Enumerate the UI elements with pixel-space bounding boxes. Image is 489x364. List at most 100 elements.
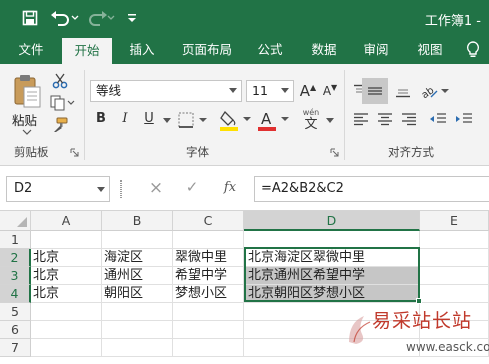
cell-b6[interactable] (102, 321, 173, 339)
tab-review[interactable]: 审阅 (354, 36, 398, 64)
row-header-3[interactable]: 3 (0, 267, 31, 285)
tab-file[interactable]: 文件 (8, 36, 54, 64)
column-header-e[interactable]: E (420, 211, 489, 231)
column-header-a[interactable]: A (31, 211, 102, 231)
tell-me-lightbulb-icon[interactable] (462, 36, 484, 64)
cancel-button[interactable]: × (146, 178, 166, 200)
insert-function-button[interactable]: fx (218, 180, 242, 200)
cell-c1[interactable] (173, 231, 244, 249)
cell-a5[interactable] (31, 303, 102, 321)
underline-dropdown-icon[interactable] (160, 114, 174, 126)
fill-handle[interactable] (416, 298, 422, 304)
cell-c4[interactable]: 梦想小区 (173, 285, 244, 303)
column-header-d[interactable]: D (244, 211, 420, 231)
cell-a1[interactable] (31, 231, 102, 249)
increase-indent-icon[interactable] (452, 108, 476, 130)
bottom-align-icon[interactable] (392, 80, 414, 102)
phonetic-guide-button[interactable]: wén 文 (298, 106, 324, 134)
enter-button[interactable]: ✓ (182, 178, 202, 200)
save-icon[interactable] (20, 8, 40, 28)
font-name-value: 等线 (96, 83, 122, 98)
phonetic-dropdown-icon[interactable] (324, 114, 336, 126)
font-size-dropdown[interactable]: 11 (246, 80, 294, 102)
select-all-corner[interactable] (0, 211, 31, 231)
splitter-handle[interactable] (120, 180, 122, 198)
align-right-icon[interactable] (398, 108, 420, 130)
customize-toolbar-icon[interactable] (124, 8, 140, 28)
cell-d1[interactable] (244, 231, 420, 249)
cell-a3[interactable]: 北京 (31, 267, 102, 285)
cell-e1[interactable] (420, 231, 489, 249)
row-header-4[interactable]: 4 (0, 285, 31, 303)
tab-insert[interactable]: 插入 (120, 36, 164, 64)
row-header-6[interactable]: 6 (0, 321, 31, 339)
cell-b3[interactable]: 通州区 (102, 267, 173, 285)
fill-color-icon[interactable] (218, 108, 254, 132)
tab-formulas[interactable]: 公式 (248, 36, 292, 64)
cell-c7[interactable] (173, 339, 244, 357)
ribbon: 粘贴 剪贴板 等线 11 A ▲ A ▼ B I U A wén 文 字体 ab… (0, 64, 489, 166)
cell-c6[interactable] (173, 321, 244, 339)
alignment-group-label: 对齐方式 (388, 145, 434, 159)
tab-page-layout[interactable]: 页面布局 (172, 36, 242, 64)
grow-font-label: A (299, 82, 311, 100)
shrink-font-button[interactable]: A ▼ (320, 80, 340, 102)
cell-b4[interactable]: 朝阳区 (102, 285, 173, 303)
orientation-icon[interactable]: ab (418, 80, 452, 102)
middle-align-icon[interactable] (362, 78, 388, 104)
align-left-icon[interactable] (350, 108, 372, 130)
watermark-logo-icon (349, 316, 371, 344)
italic-button[interactable]: I (116, 108, 134, 130)
cell-e4[interactable] (420, 285, 489, 303)
grow-font-button[interactable]: A ▲ (298, 80, 318, 102)
row-header-2[interactable]: 2 (0, 249, 31, 267)
cell-a7[interactable] (31, 339, 102, 357)
tab-home[interactable]: 开始 (62, 38, 112, 64)
row-header-1[interactable]: 1 (0, 231, 31, 249)
clipboard-launcher-icon[interactable] (68, 146, 80, 158)
align-center-icon[interactable] (374, 108, 396, 130)
cell-a6[interactable] (31, 321, 102, 339)
cell-c2[interactable]: 翠微中里 (173, 249, 244, 267)
decrease-indent-icon[interactable] (426, 108, 450, 130)
font-launcher-icon[interactable] (328, 146, 340, 158)
cell-e3[interactable] (420, 267, 489, 285)
name-box-value: D2 (14, 181, 33, 196)
cell-b1[interactable] (102, 231, 173, 249)
row-header-7[interactable]: 7 (0, 339, 31, 357)
formula-input[interactable]: =A2&B2&C2 (254, 176, 489, 202)
bold-button[interactable]: B (92, 108, 110, 130)
cell-c3[interactable]: 希望中学 (173, 267, 244, 285)
row-header-5[interactable]: 5 (0, 303, 31, 321)
cell-d3[interactable]: 北京通州区希望中学 (244, 267, 420, 285)
title-bar: 工作簿1 - (0, 0, 489, 36)
format-painter-icon[interactable] (50, 116, 70, 134)
paste-dropdown-icon[interactable] (20, 127, 34, 137)
svg-text:ab: ab (420, 85, 437, 100)
tab-data[interactable]: 数据 (302, 36, 346, 64)
font-name-dropdown[interactable]: 等线 (90, 80, 242, 102)
ribbon-tab-row: 文件 开始 插入 页面布局 公式 数据 审阅 视图 (0, 36, 489, 64)
undo-icon[interactable] (50, 8, 80, 28)
cell-b5[interactable] (102, 303, 173, 321)
cell-d2[interactable]: 北京海淀区翠微中里 (244, 249, 420, 267)
cell-a4[interactable]: 北京 (31, 285, 102, 303)
copy-icon[interactable] (50, 94, 76, 112)
borders-icon[interactable] (176, 109, 210, 131)
cut-icon[interactable] (50, 72, 70, 90)
font-color-icon[interactable]: A (256, 108, 292, 132)
column-header-c[interactable]: C (173, 211, 244, 231)
window-title: 工作簿1 - (424, 14, 481, 29)
cell-b2[interactable]: 海淀区 (102, 249, 173, 267)
redo-icon[interactable] (86, 8, 116, 28)
paste-icon[interactable] (10, 72, 44, 110)
cell-c5[interactable] (173, 303, 244, 321)
column-header-b[interactable]: B (102, 211, 173, 231)
cell-a2[interactable]: 北京 (31, 249, 102, 267)
name-box[interactable]: D2 (6, 176, 110, 202)
cell-b7[interactable] (102, 339, 173, 357)
cell-d4[interactable]: 北京朝阳区梦想小区 (244, 285, 420, 303)
underline-button[interactable]: U (140, 108, 158, 130)
tab-view[interactable]: 视图 (408, 36, 452, 64)
cell-e2[interactable] (420, 249, 489, 267)
